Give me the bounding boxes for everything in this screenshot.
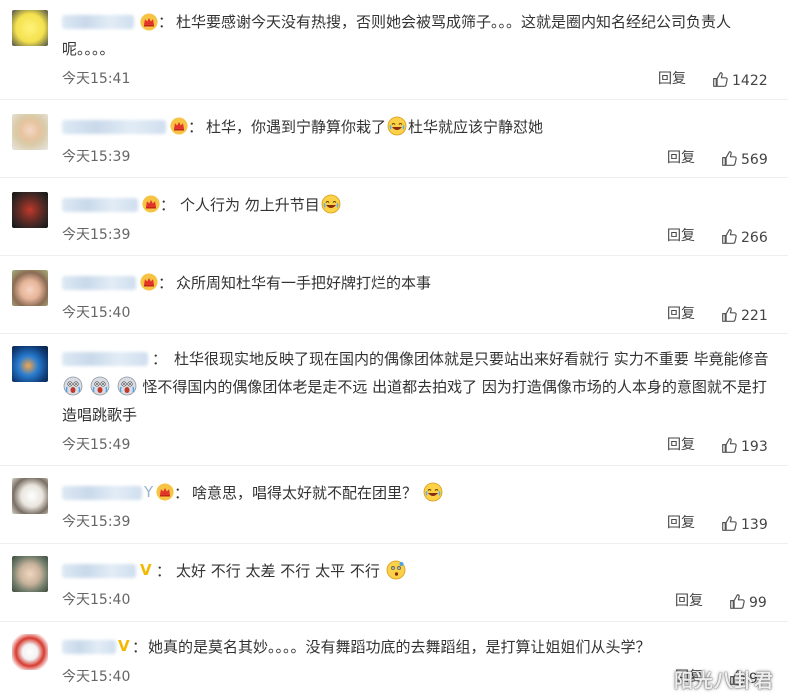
colon-separator: ： xyxy=(152,350,168,368)
reply-button[interactable]: 回复 xyxy=(667,514,695,532)
timestamp: 今天15:40 xyxy=(62,305,131,321)
username[interactable] xyxy=(62,15,134,29)
colon-separator: ： xyxy=(158,13,174,31)
comment-text: 杜华要感谢今天没有热搜，否则她会被骂成筛子。。。这就是圈内知名经纪公司负责人 xyxy=(176,13,732,31)
reply-button[interactable]: 回复 xyxy=(667,227,695,245)
username[interactable] xyxy=(62,640,116,654)
colon-separator: ： xyxy=(174,484,190,502)
avatar[interactable] xyxy=(12,346,48,382)
comment-text: 呢。。。。 xyxy=(62,40,115,58)
like-count: 1422 xyxy=(732,73,768,89)
vip-crown-icon xyxy=(156,483,174,501)
like-count: 139 xyxy=(741,517,768,533)
comment-item: ： 个人行为 勿上升节目 今天15:39 回复 266 xyxy=(0,178,788,256)
colon-separator: ： xyxy=(188,118,204,136)
like-button[interactable]: 139 xyxy=(721,515,768,534)
comment-item: ： 众所周知杜华有一手把好牌打烂的本事 今天15:40 回复 221 xyxy=(0,256,788,334)
timestamp: 今天15:40 xyxy=(62,592,131,608)
timestamp: 今天15:41 xyxy=(62,71,131,87)
comment-text: 怪不得国内的偶像团体老是走不远 出道都去拍戏了 因为打造偶像市场的人本身的意图就… xyxy=(62,376,767,398)
colon-separator: ： xyxy=(156,562,172,580)
timestamp: 今天15:39 xyxy=(62,149,131,165)
thumbs-up-icon xyxy=(712,71,729,88)
reply-button[interactable]: 回复 xyxy=(667,436,695,454)
username[interactable] xyxy=(62,120,166,134)
like-button[interactable]: 266 xyxy=(721,228,768,247)
comment-item: V ： 她真的是莫名其妙。。。。没有舞蹈功底的去舞蹈组，是打算让姐姐们从头学？ … xyxy=(0,622,788,699)
colon-separator: ： xyxy=(160,196,176,214)
comment-item: ： 杜华要感谢今天没有热搜，否则她会被骂成筛子。。。这就是圈内知名经纪公司负责人… xyxy=(0,0,788,100)
comment-text-part: 怪不得国内的偶像团体老是走不远 出道都去拍戏了 因为打造偶像市场的人本身的意图就… xyxy=(142,378,767,396)
comment-text-part: 杜华，你遇到宁静算你栽了 xyxy=(206,118,387,136)
avatar[interactable] xyxy=(12,192,48,228)
vip-crown-icon xyxy=(170,117,188,135)
username[interactable] xyxy=(62,276,136,290)
comment-text: 杜华，你遇到宁静算你栽了 杜华就应该宁静怼她 xyxy=(206,116,543,138)
comment-text-part: 个人行为 勿上升节目 xyxy=(180,196,320,214)
laugh-cry-emoji xyxy=(321,194,341,214)
reply-button[interactable]: 回复 xyxy=(667,149,695,167)
comment-item: ： 杜华很现实地反映了现在国内的偶像团体就是只要站出来好看就行 实力不重要 毕竟… xyxy=(0,334,788,466)
shocked-emoji xyxy=(117,376,137,396)
laugh-cry-emoji xyxy=(387,116,407,136)
colon-separator: ： xyxy=(158,274,174,292)
timestamp: 今天15:40 xyxy=(62,669,131,685)
comment-text: 她真的是莫名其妙。。。。没有舞蹈功底的去舞蹈组，是打算让姐姐们从头学？ xyxy=(148,638,651,656)
thumbs-up-icon xyxy=(721,515,738,532)
thumbs-up-icon xyxy=(729,593,746,610)
avatar[interactable] xyxy=(12,270,48,306)
comment-text: 杜华很现实地反映了现在国内的偶像团体就是只要站出来好看就行 实力不重要 毕竟能修… xyxy=(174,350,769,368)
thumbs-up-icon xyxy=(721,306,738,323)
comment-text: 太好 不行 太差 不行 太平 不行 xyxy=(176,560,407,582)
vip-crown-icon xyxy=(142,195,160,213)
like-count: 569 xyxy=(741,152,768,168)
timestamp: 今天15:39 xyxy=(62,514,131,530)
like-button[interactable]: 193 xyxy=(721,437,768,456)
verified-v-icon: V xyxy=(140,561,152,579)
reply-button[interactable]: 回复 xyxy=(658,70,686,88)
tears-of-joy-emoji xyxy=(423,482,443,502)
like-button[interactable]: 221 xyxy=(721,306,768,325)
like-count: 221 xyxy=(741,308,768,324)
like-button[interactable]: 99 xyxy=(729,593,767,612)
avatar[interactable] xyxy=(12,478,48,514)
thumbs-up-icon xyxy=(721,228,738,245)
reply-button[interactable]: 回复 xyxy=(667,305,695,323)
comment-text: 啥意思，唱得太好就不配在团里？ xyxy=(192,482,444,504)
avatar[interactable] xyxy=(12,556,48,592)
like-button[interactable]: 1422 xyxy=(712,71,768,90)
shocked-emoji xyxy=(90,376,110,396)
thinking-emoji xyxy=(386,560,406,580)
comment-item: ： 杜华，你遇到宁静算你栽了 杜华就应该宁静怼她 今天15:39 回复 569 xyxy=(0,100,788,178)
username[interactable] xyxy=(62,486,142,500)
username[interactable] xyxy=(62,198,138,212)
username[interactable] xyxy=(62,352,148,366)
colon-separator: ： xyxy=(132,638,148,656)
vip-crown-icon xyxy=(140,273,158,291)
avatar[interactable] xyxy=(12,634,48,670)
comment-text: 众所周知杜华有一手把好牌打烂的本事 xyxy=(176,274,432,292)
timestamp: 今天15:49 xyxy=(62,437,131,453)
reply-button[interactable]: 回复 xyxy=(675,592,703,610)
comment-item: Y ： 啥意思，唱得太好就不配在团里？ 今天15:39 回复 139 xyxy=(0,466,788,544)
comment-item: V ： 太好 不行 太差 不行 太平 不行 今天15:40 回复 99 xyxy=(0,544,788,622)
thumbs-up-icon xyxy=(721,437,738,454)
avatar[interactable] xyxy=(12,10,48,46)
like-button[interactable]: 569 xyxy=(721,150,768,169)
comment-text: 造唱跳歌手 xyxy=(62,406,138,424)
comment-text: 个人行为 勿上升节目 xyxy=(180,194,342,216)
shocked-emoji xyxy=(63,376,83,396)
avatar[interactable] xyxy=(12,114,48,150)
vip-crown-icon xyxy=(140,13,158,31)
comment-text-part: 杜华就应该宁静怼她 xyxy=(408,118,544,136)
timestamp: 今天15:39 xyxy=(62,227,131,243)
like-count: 266 xyxy=(741,230,768,246)
comment-text-part: 太好 不行 太差 不行 太平 不行 xyxy=(176,562,380,580)
like-count: 99 xyxy=(749,595,767,611)
thumbs-up-icon xyxy=(721,150,738,167)
comment-text-part: 啥意思，唱得太好就不配在团里？ xyxy=(192,484,418,502)
watermark: 阳光八卦君 xyxy=(673,670,774,692)
username[interactable] xyxy=(62,564,136,578)
like-count: 193 xyxy=(741,439,768,455)
